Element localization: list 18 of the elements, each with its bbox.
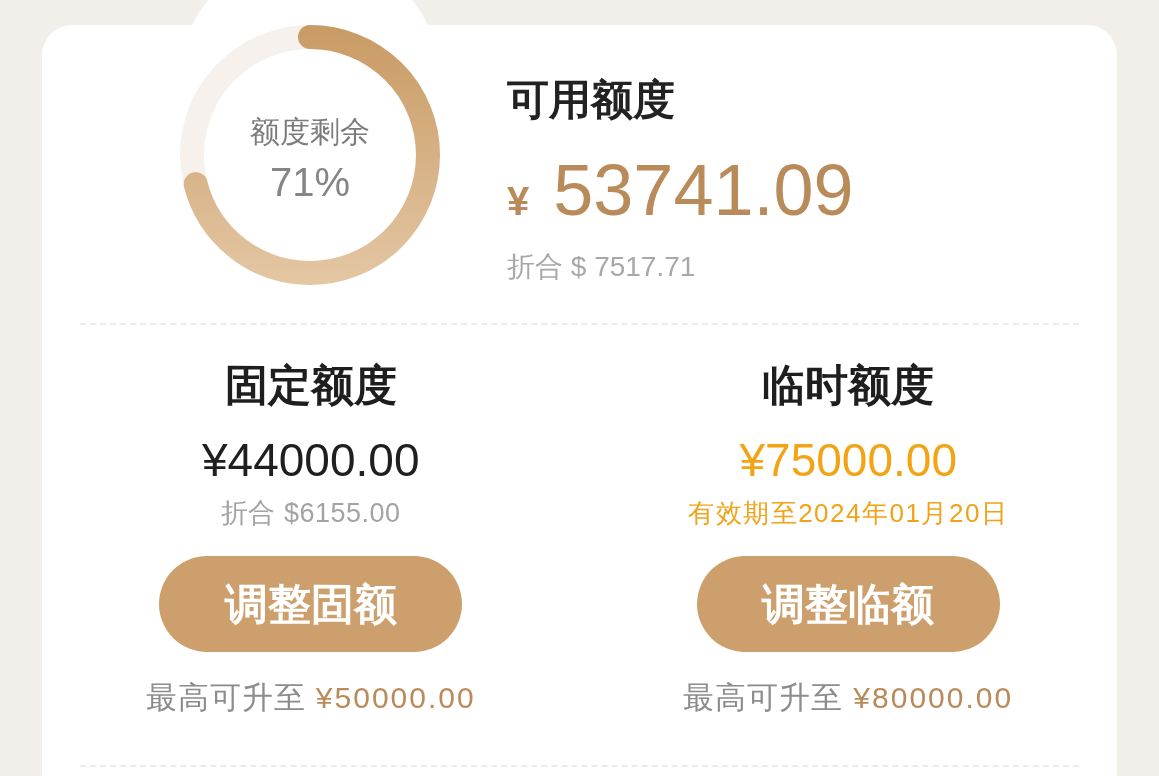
limit-label: 最高可升至 (683, 680, 844, 716)
ring-percent: 71% (269, 160, 351, 204)
limit-amount: ¥50000.00 (315, 680, 476, 716)
expiry-date: 有效期至2024年01月20日 (688, 497, 1009, 529)
available-amount: 53741.09 (553, 150, 854, 230)
available-title: 可用额度 (507, 76, 676, 124)
quota-title: 固定额度 (224, 360, 397, 410)
quota-amount: ¥44000.00 (202, 433, 420, 488)
adjust-button[interactable]: 调整固额 (159, 556, 463, 652)
quota-amount: ¥75000.00 (739, 433, 957, 488)
currency-symbol: ¥ (507, 178, 530, 225)
quota-title: 临时额度 (762, 360, 935, 410)
adjust-button[interactable]: 调整临额 (696, 556, 1000, 652)
limit-amount: ¥80000.00 (853, 680, 1014, 716)
ring-label: 额度剩余 (250, 114, 370, 150)
limit-label: 最高可升至 (145, 680, 306, 716)
converted-amount: 折合 $ 7517.71 (507, 250, 697, 284)
converted-amount: 折合 $6155.00 (220, 497, 401, 529)
